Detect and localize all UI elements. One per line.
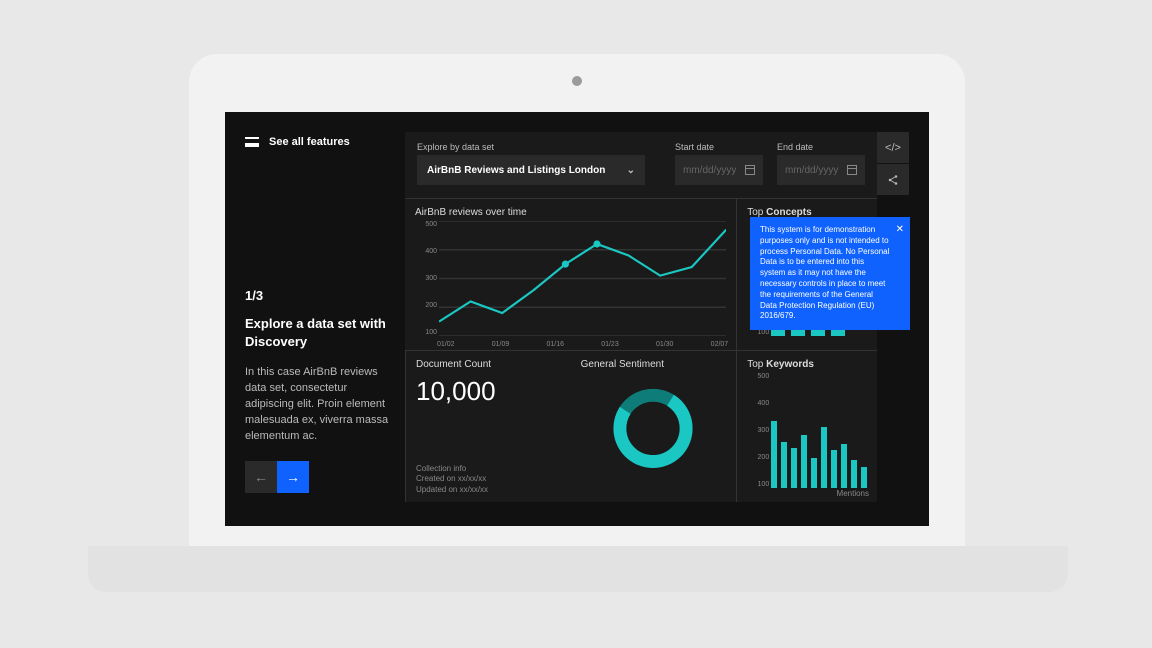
- gdpr-tooltip: ✕ This system is for demonstration purpo…: [750, 217, 910, 330]
- x-tick: 01/23: [601, 341, 619, 348]
- coll-created: Created on xx/xx/xx: [416, 474, 488, 485]
- bar: [791, 448, 797, 488]
- y-tick: 300: [747, 427, 769, 434]
- next-button[interactable]: →: [277, 461, 309, 493]
- donut-chart: [607, 382, 699, 479]
- sidebar-body: In this case AirBnB reviews data set, co…: [245, 365, 395, 445]
- close-icon[interactable]: ✕: [896, 223, 904, 237]
- sidebar: See all features 1/3 Explore a data set …: [245, 136, 395, 493]
- end-date-label: End date: [777, 142, 865, 152]
- share-button[interactable]: [877, 164, 909, 196]
- y-tick: 400: [747, 400, 769, 407]
- bar: [801, 435, 807, 488]
- y-tick: 300: [415, 275, 437, 282]
- tile-title: AirBnB reviews over time: [415, 207, 726, 218]
- y-tick: 100: [415, 329, 437, 336]
- arrow-right-icon: →: [286, 469, 300, 485]
- coll-label: Collection info: [416, 464, 488, 475]
- bar: [841, 444, 847, 488]
- chevron-down-icon: ⌄: [627, 165, 635, 176]
- bar: [831, 450, 837, 488]
- start-date-input[interactable]: mm/dd/yyyy: [675, 155, 763, 185]
- bar: [851, 460, 857, 488]
- y-tick: 200: [415, 302, 437, 309]
- app-screen: See all features 1/3 Explore a data set …: [225, 112, 929, 526]
- tile-reviews-over-time: AirBnB reviews over time 500 400 300 200…: [405, 198, 736, 350]
- x-tick: 01/02: [437, 341, 455, 348]
- title-prefix: Top: [747, 359, 766, 370]
- doc-count-value: 10,000: [416, 376, 561, 407]
- laptop-camera: [572, 76, 582, 86]
- controls-bar: Explore by data set AirBnB Reviews and L…: [405, 132, 877, 193]
- dataset-select[interactable]: AirBnB Reviews and Listings London ⌄: [417, 155, 645, 185]
- tile-top-keywords: Top Keywords 500 400 300 200 100: [736, 350, 877, 502]
- bar: [771, 421, 777, 488]
- tile-title: General Sentiment: [581, 359, 727, 370]
- prev-button[interactable]: ←: [245, 461, 277, 493]
- y-tick: 100: [747, 481, 769, 488]
- x-tick: 01/16: [546, 341, 564, 348]
- end-date-placeholder: mm/dd/yyyy: [785, 165, 838, 176]
- calendar-icon: [745, 165, 755, 175]
- side-actions: </>: [877, 132, 909, 196]
- bar: [811, 458, 817, 488]
- y-tick: 500: [747, 373, 769, 380]
- x-axis: 01/02 01/09 01/16 01/23 01/30 02/07: [437, 341, 728, 348]
- tooltip-text: This system is for demonstration purpose…: [760, 225, 889, 320]
- slide-counter: 1/3: [245, 288, 395, 303]
- y-axis: 500 400 300 200 100: [747, 373, 769, 488]
- line-plot: [439, 221, 726, 336]
- y-tick: 400: [415, 248, 437, 255]
- mentions-label: Mentions: [837, 489, 869, 498]
- arrow-left-icon: ←: [254, 469, 268, 485]
- dashboard-panel: Explore by data set AirBnB Reviews and L…: [405, 132, 877, 502]
- x-tick: 01/30: [656, 341, 674, 348]
- sidebar-title: Explore a data set with Discovery: [245, 315, 395, 351]
- code-button[interactable]: </>: [877, 132, 909, 164]
- bar: [821, 427, 827, 488]
- slide-nav: ← →: [245, 461, 395, 493]
- dataset-value: AirBnB Reviews and Listings London: [427, 165, 605, 176]
- start-date-label: Start date: [675, 142, 763, 152]
- y-tick: 200: [747, 454, 769, 461]
- code-icon: </>: [885, 142, 901, 154]
- y-axis: 500 400 300 200 100: [415, 221, 437, 336]
- menu-icon[interactable]: [245, 137, 259, 147]
- laptop-frame: See all features 1/3 Explore a data set …: [189, 54, 965, 546]
- laptop-base: [88, 546, 1068, 592]
- tile-document-count: Document Count 10,000 Collection info Cr…: [405, 350, 571, 502]
- x-tick: 02/07: [711, 341, 729, 348]
- bar: [861, 467, 867, 488]
- tile-general-sentiment: General Sentiment: [571, 350, 737, 502]
- calendar-icon: [847, 165, 857, 175]
- y-tick: 500: [415, 221, 437, 228]
- bar-group: [771, 373, 867, 488]
- title-bold: Keywords: [766, 359, 814, 370]
- x-tick: 01/09: [492, 341, 510, 348]
- share-icon: [887, 174, 899, 186]
- start-date-placeholder: mm/dd/yyyy: [683, 165, 736, 176]
- tile-title: Top Keywords: [747, 359, 867, 370]
- coll-updated: Updated on xx/xx/xx: [416, 485, 488, 496]
- see-all-link[interactable]: See all features: [269, 136, 350, 148]
- dataset-label: Explore by data set: [417, 142, 661, 152]
- collection-info: Collection info Created on xx/xx/xx Upda…: [416, 464, 488, 496]
- tile-title: Document Count: [416, 359, 561, 370]
- bar: [781, 442, 787, 488]
- end-date-input[interactable]: mm/dd/yyyy: [777, 155, 865, 185]
